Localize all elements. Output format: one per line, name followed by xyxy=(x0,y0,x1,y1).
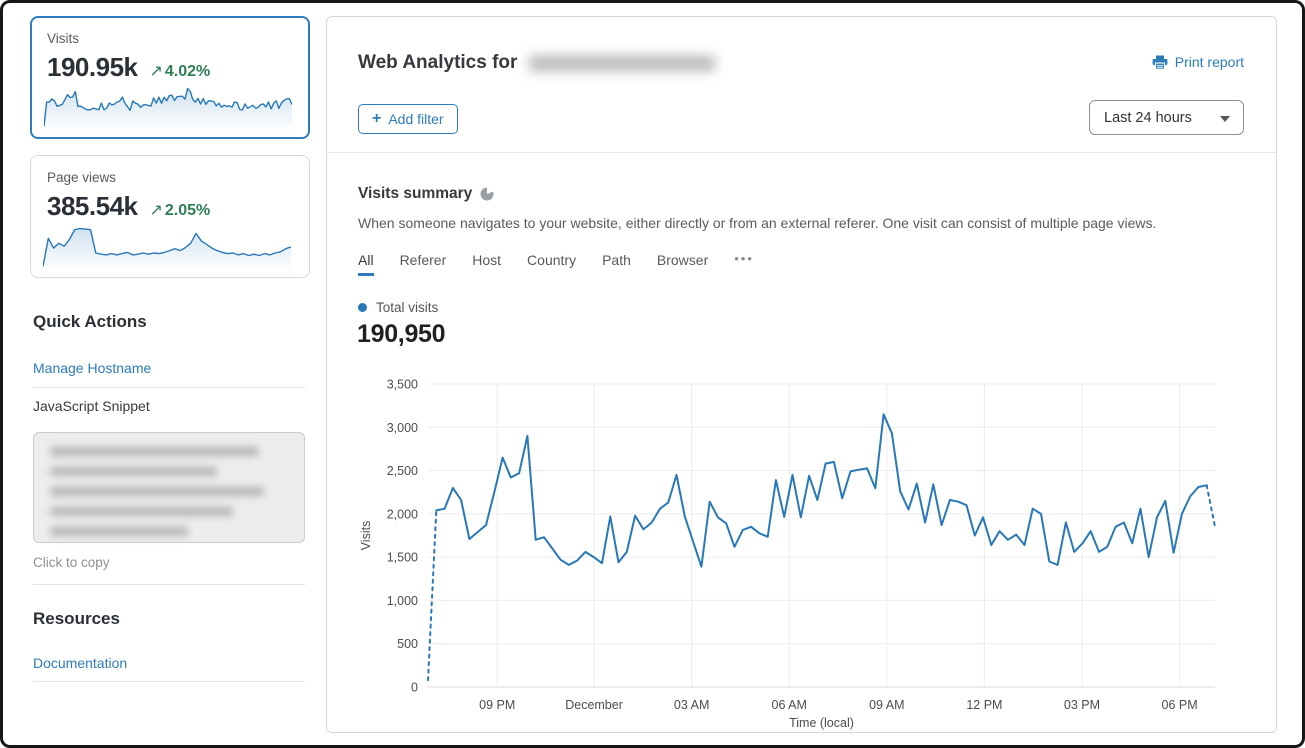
svg-text:Time (local): Time (local) xyxy=(789,716,854,730)
svg-text:09 PM: 09 PM xyxy=(479,698,515,712)
svg-text:1,500: 1,500 xyxy=(387,551,418,565)
tabs: All Referer Host Country Path Browser ••• xyxy=(358,251,754,272)
tab-host[interactable]: Host xyxy=(472,252,501,272)
redacted-code-line xyxy=(50,487,264,496)
svg-text:December: December xyxy=(565,698,623,712)
legend-label: Total visits xyxy=(376,300,438,315)
documentation-link[interactable]: Documentation xyxy=(33,655,127,671)
tab-path[interactable]: Path xyxy=(602,252,631,272)
svg-text:1,000: 1,000 xyxy=(387,594,418,608)
redacted-code-line xyxy=(50,467,217,476)
pageviews-card-delta: ↗2.05% xyxy=(149,200,210,220)
total-visits-value: 190,950 xyxy=(357,320,445,349)
divider xyxy=(33,681,305,682)
svg-text:09 AM: 09 AM xyxy=(869,698,904,712)
quick-actions-heading: Quick Actions xyxy=(33,312,147,332)
redacted-code-line xyxy=(50,507,233,516)
redacted-code-line xyxy=(50,447,259,456)
visits-card-value: 190.95k xyxy=(47,52,137,83)
svg-text:Visits: Visits xyxy=(359,521,373,551)
visits-card-delta: ↗4.02% xyxy=(149,61,210,81)
tab-browser[interactable]: Browser xyxy=(657,252,708,272)
redacted-domain xyxy=(529,56,715,71)
svg-text:0: 0 xyxy=(411,681,418,695)
pageviews-card-value: 385.54k xyxy=(47,191,137,222)
visits-delta-value: 4.02% xyxy=(165,63,210,80)
svg-text:06 PM: 06 PM xyxy=(1162,698,1198,712)
visits-card-label: Visits xyxy=(47,31,295,46)
trend-up-arrow-icon: ↗ xyxy=(149,63,162,80)
time-range-dropdown[interactable]: Last 24 hours xyxy=(1089,100,1244,135)
visits-summary-title-text: Visits summary xyxy=(358,185,472,203)
visits-metric-card[interactable]: Visits 190.95k ↗4.02% xyxy=(30,16,310,139)
legend-dot-icon xyxy=(358,303,367,312)
divider xyxy=(327,152,1276,153)
tab-referer[interactable]: Referer xyxy=(400,252,447,272)
svg-text:03 AM: 03 AM xyxy=(674,698,709,712)
javascript-snippet-box[interactable] xyxy=(33,432,305,543)
click-to-copy-hint: Click to copy xyxy=(33,555,110,570)
visits-chart[interactable]: 0 500 1,000 1,500 2,000 2,500 3,000 3,500 09 PM D… xyxy=(358,368,1244,730)
redacted-code-line xyxy=(50,527,188,536)
visits-sparkline xyxy=(44,83,292,131)
tabs-more-button[interactable]: ••• xyxy=(734,251,754,272)
pageviews-metric-card[interactable]: Page views 385.54k ↗2.05% xyxy=(30,155,310,278)
visits-chart-canvas[interactable]: 0 500 1,000 1,500 2,000 2,500 3,000 3,500 09 PM D… xyxy=(358,368,1244,730)
manage-hostname-link[interactable]: Manage Hostname xyxy=(33,360,151,376)
svg-text:3,500: 3,500 xyxy=(387,378,418,392)
pie-chart-icon xyxy=(480,187,494,201)
chart-legend: Total visits xyxy=(358,300,438,315)
pageviews-card-label: Page views xyxy=(47,170,295,185)
visits-summary-heading: Visits summary xyxy=(358,185,494,203)
svg-text:2,000: 2,000 xyxy=(387,507,418,521)
page-title: Web Analytics for xyxy=(358,50,715,76)
chevron-down-icon xyxy=(1220,116,1230,122)
trend-up-arrow-icon: ↗ xyxy=(149,202,162,219)
svg-text:2,500: 2,500 xyxy=(387,464,418,478)
web-analytics-page: Visits 190.95k ↗4.02% Page views 385.54k… xyxy=(0,0,1305,748)
svg-text:500: 500 xyxy=(397,637,418,651)
visits-summary-description: When someone navigates to your website, … xyxy=(358,215,1218,231)
svg-text:12 PM: 12 PM xyxy=(966,698,1002,712)
svg-text:06 AM: 06 AM xyxy=(772,698,807,712)
print-report-label: Print report xyxy=(1175,54,1244,70)
pageviews-delta-value: 2.05% xyxy=(165,202,210,219)
svg-text:3,000: 3,000 xyxy=(387,421,418,435)
divider xyxy=(33,387,305,388)
printer-icon xyxy=(1152,55,1168,70)
plus-icon: + xyxy=(372,110,381,128)
resources-heading: Resources xyxy=(33,609,120,629)
tab-country[interactable]: Country xyxy=(527,252,576,272)
page-title-text: Web Analytics for xyxy=(358,52,517,74)
add-filter-label: Add filter xyxy=(388,111,443,127)
time-range-value: Last 24 hours xyxy=(1104,110,1192,126)
pageviews-sparkline xyxy=(43,223,291,271)
tab-all[interactable]: All xyxy=(358,252,374,272)
add-filter-button[interactable]: + Add filter xyxy=(358,104,458,134)
javascript-snippet-label: JavaScript Snippet xyxy=(33,398,150,414)
svg-text:03 PM: 03 PM xyxy=(1064,698,1100,712)
print-report-button[interactable]: Print report xyxy=(1152,54,1244,70)
divider xyxy=(33,584,305,585)
